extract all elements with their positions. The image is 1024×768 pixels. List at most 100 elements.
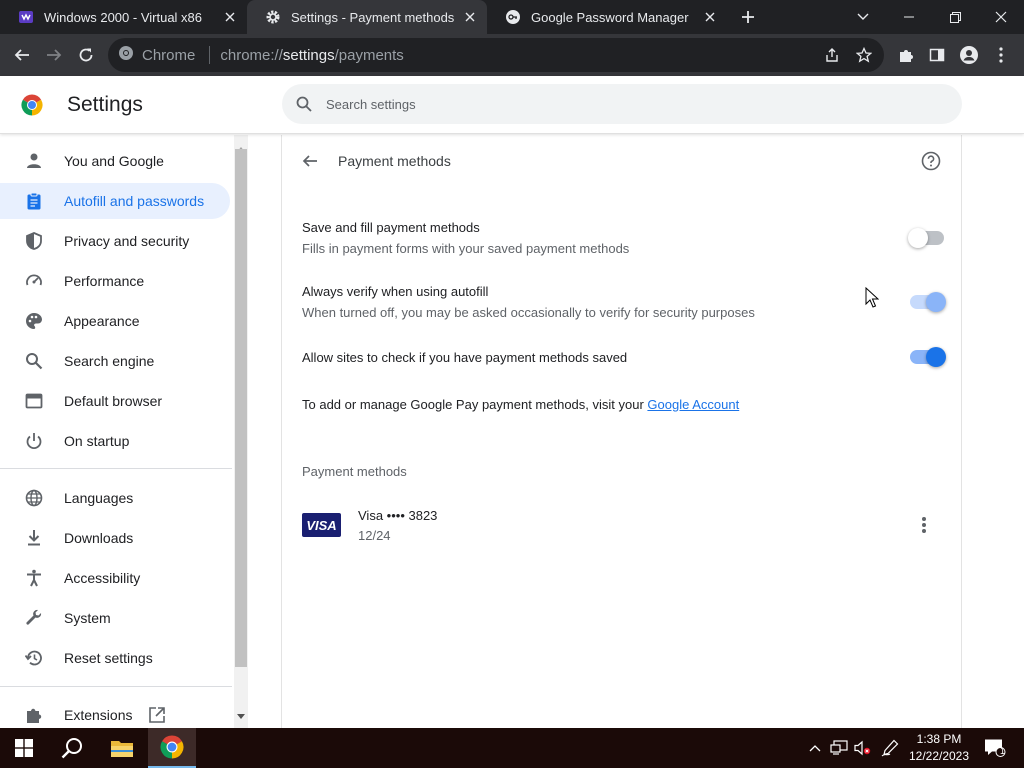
sidebar-item-system[interactable]: System (0, 600, 230, 636)
tab-title: Windows 2000 - Virtual x86 (44, 9, 203, 25)
site-info[interactable]: Chrome (118, 45, 195, 65)
power-icon (24, 431, 44, 451)
sidebar-item-label: Extensions (64, 707, 133, 723)
reset-icon (24, 648, 44, 668)
setting-description: When turned off, you may be asked occasi… (302, 305, 755, 320)
sidebar-item-accessibility[interactable]: Accessibility (0, 560, 230, 596)
extensions-puzzle-icon[interactable] (890, 39, 922, 71)
show-hidden-icons-icon[interactable] (806, 728, 824, 768)
setting-label: Always verify when using autofill (302, 284, 489, 299)
close-icon[interactable] (221, 8, 239, 26)
forward-button[interactable] (38, 39, 70, 71)
scrollbar-thumb[interactable] (235, 149, 247, 667)
card-header: Payment methods (282, 135, 963, 187)
card-more-actions-icon[interactable] (914, 515, 934, 535)
palette-icon (24, 311, 44, 331)
restore-button[interactable] (932, 0, 978, 34)
sidebar-item-reset-settings[interactable]: Reset settings (0, 640, 230, 676)
payment-methods-card: Payment methods Save and fill payment me… (281, 135, 962, 728)
menu-kebab-icon[interactable] (985, 39, 1017, 71)
address-bar[interactable]: Chrome chrome://settings/payments (108, 38, 884, 72)
google-pay-info: To add or manage Google Pay payment meth… (302, 397, 739, 412)
sidebar-item-performance[interactable]: Performance (0, 263, 230, 299)
url-text: chrome://settings/payments (220, 46, 404, 64)
sidebar-item-label: Reset settings (64, 650, 153, 666)
system-clock[interactable]: 1:38 PM 12/22/2023 (906, 731, 972, 765)
section-title: Payment methods (302, 464, 407, 479)
sidebar-item-search-engine[interactable]: Search engine (0, 343, 230, 379)
accessibility-icon (24, 568, 44, 588)
tab-search-icon[interactable] (840, 0, 886, 34)
tab-password-manager[interactable]: Google Password Manager (487, 0, 727, 34)
toggle-knob (926, 347, 946, 367)
puzzle-icon (24, 705, 44, 725)
always-verify-toggle[interactable] (910, 292, 946, 312)
search-settings-box[interactable] (282, 84, 962, 124)
back-button[interactable] (6, 39, 38, 71)
bookmark-star-icon[interactable] (850, 41, 878, 69)
download-icon (24, 528, 44, 548)
search-icon (24, 351, 44, 371)
sidebar-item-autofill[interactable]: Autofill and passwords (0, 183, 230, 219)
windows-taskbar: 1:38 PM 12/22/2023 1 (0, 728, 1024, 768)
chrome-logo-icon (21, 94, 43, 116)
close-icon[interactable] (461, 8, 479, 26)
visa-card-icon: VISA (302, 513, 341, 537)
file-explorer-icon[interactable] (98, 728, 146, 768)
site-label: Chrome (142, 46, 196, 64)
tab-settings-payment[interactable]: Settings - Payment methods (247, 0, 487, 34)
reload-button[interactable] (70, 39, 102, 71)
toggle-knob (926, 292, 946, 312)
subpage-title: Payment methods (338, 153, 451, 169)
volume-muted-icon[interactable] (852, 728, 874, 768)
sidebar-item-label: System (64, 610, 111, 626)
gear-icon (265, 9, 281, 25)
external-link-icon (148, 706, 166, 729)
minimize-button[interactable] (886, 0, 932, 34)
google-account-link[interactable]: Google Account (647, 397, 739, 412)
clipboard-icon (24, 191, 44, 211)
globe-icon (24, 488, 44, 508)
search-icon (294, 94, 314, 114)
sidebar-item-on-startup[interactable]: On startup (0, 423, 230, 459)
payment-card-row: VISA Visa •••• 3823 12/24 (302, 505, 944, 547)
save-fill-toggle[interactable] (908, 228, 944, 248)
browser-toolbar: Chrome chrome://settings/payments (0, 34, 1024, 76)
setting-row-always-verify: Always verify when using autofill When t… (302, 284, 946, 320)
scroll-down-arrow-icon[interactable] (237, 706, 245, 724)
toggle-knob (908, 228, 928, 248)
side-panel-icon[interactable] (921, 39, 953, 71)
sidebar-item-default-browser[interactable]: Default browser (0, 383, 230, 419)
share-icon[interactable] (818, 41, 846, 69)
tab-strip: Windows 2000 - Virtual x86 Settings - Pa… (0, 0, 1024, 34)
sidebar-scrollbar[interactable] (234, 135, 248, 728)
tab-windows-2000[interactable]: Windows 2000 - Virtual x86 (0, 0, 247, 34)
new-tab-button[interactable] (736, 5, 760, 29)
settings-sidebar: You and Google Autofill and passwords Pr… (0, 135, 234, 728)
back-arrow-icon[interactable] (300, 151, 320, 171)
sidebar-item-appearance[interactable]: Appearance (0, 303, 230, 339)
help-icon[interactable] (921, 151, 941, 171)
close-window-button[interactable] (978, 0, 1024, 34)
search-input[interactable] (326, 96, 886, 112)
clock-time: 1:38 PM (916, 732, 962, 746)
sidebar-item-downloads[interactable]: Downloads (0, 520, 230, 556)
sidebar-item-you-and-google[interactable]: You and Google (0, 143, 230, 179)
profile-avatar-icon[interactable] (953, 39, 985, 71)
sidebar-item-label: Privacy and security (64, 233, 190, 249)
start-button[interactable] (0, 728, 48, 768)
browser-icon (24, 391, 44, 411)
sidebar-item-languages[interactable]: Languages (0, 480, 230, 516)
network-icon[interactable] (828, 728, 850, 768)
taskbar-chrome-icon[interactable] (148, 728, 196, 768)
allow-sites-check-toggle[interactable] (910, 347, 946, 367)
close-icon[interactable] (701, 8, 719, 26)
sidebar-item-privacy[interactable]: Privacy and security (0, 223, 230, 259)
key-icon (505, 9, 521, 25)
notifications-icon[interactable]: 1 (980, 728, 1010, 768)
pen-ink-icon[interactable] (878, 728, 902, 768)
sidebar-item-label: Search engine (64, 353, 155, 369)
divider (209, 46, 211, 64)
taskbar-search-icon[interactable] (48, 728, 96, 768)
mouse-cursor-icon (865, 286, 880, 313)
